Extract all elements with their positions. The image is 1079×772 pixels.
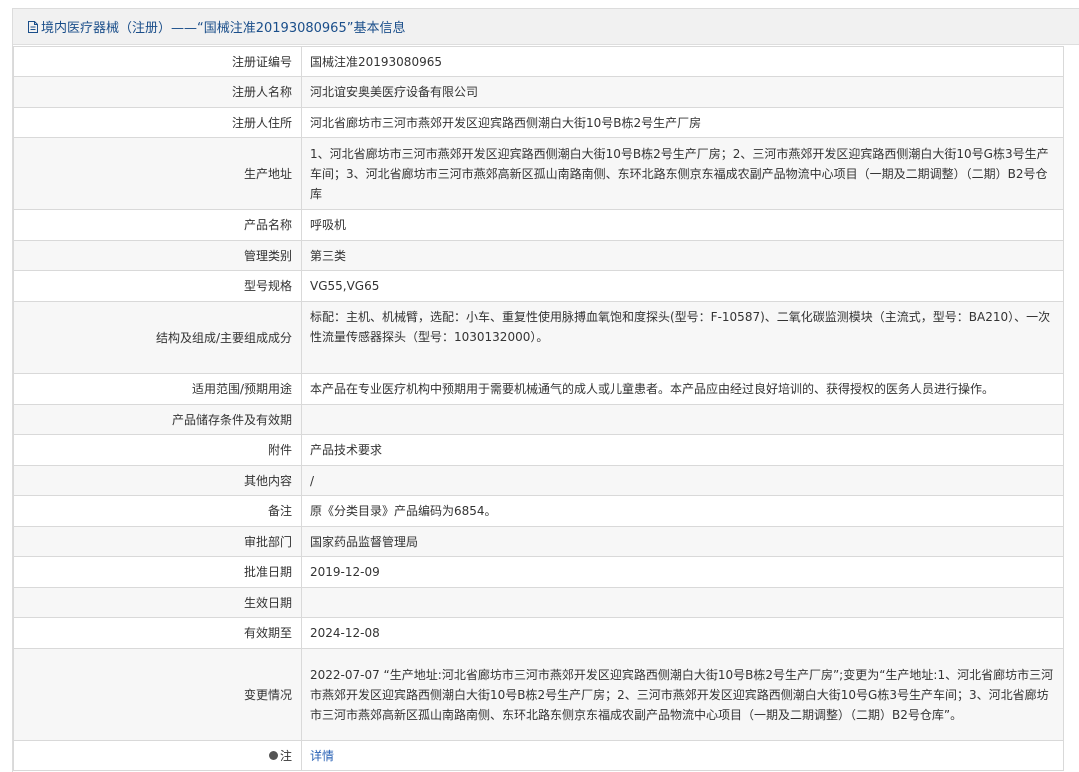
info-table-wrap: 注册证编号 国械注准20193080965 注册人名称 河北谊安奥美医疗设备有限… (13, 46, 1064, 771)
row-label: 注册证编号 (13, 46, 302, 77)
row-label: 批准日期 (13, 556, 302, 588)
row-value: 呼吸机 (301, 209, 1064, 241)
table-row: 附件 产品技术要求 (13, 434, 1064, 466)
table-row: 产品储存条件及有效期 (13, 404, 1064, 435)
row-label: 生效日期 (13, 587, 302, 618)
table-row: 注册人名称 河北谊安奥美医疗设备有限公司 (13, 76, 1064, 108)
table-row: 生产地址 1、河北省廊坊市三河市燕郊开发区迎宾路西侧潮白大街10号B栋2号生产厂… (13, 137, 1064, 210)
page-title: 境内医疗器械（注册）——“国械注准20193080965”基本信息 (41, 21, 406, 36)
row-label: 备注 (13, 495, 302, 527)
row-value: 第三类 (301, 240, 1064, 271)
row-label: 附件 (13, 434, 302, 466)
row-value: 标配：主机、机械臂，选配：小车、重复性使用脉搏血氧饱和度探头(型号：F-1058… (301, 301, 1064, 374)
row-label: 有效期至 (13, 617, 302, 649)
table-row: 有效期至 2024-12-08 (13, 617, 1064, 649)
document-icon (27, 20, 39, 34)
table-row: 变更情况 2022-07-07 “生产地址:河北省廊坊市三河市燕郊开发区迎宾路西… (13, 648, 1064, 741)
table-row: 适用范围/预期用途 本产品在专业医疗机构中预期用于需要机械通气的成人或儿童患者。… (13, 373, 1064, 405)
table-row: 备注 原《分类目录》产品编码为6854。 (13, 495, 1064, 527)
row-label: 注册人名称 (13, 76, 302, 108)
table-row: 注册证编号 国械注准20193080965 (13, 46, 1064, 77)
row-label: 适用范围/预期用途 (13, 373, 302, 405)
row-value (301, 587, 1064, 618)
table-row: 型号规格 VG55,VG65 (13, 270, 1064, 302)
row-value: 产品技术要求 (301, 434, 1064, 466)
row-value: 河北谊安奥美医疗设备有限公司 (301, 76, 1064, 108)
table-row: 管理类别 第三类 (13, 240, 1064, 271)
row-value: VG55,VG65 (301, 270, 1064, 302)
bullet-icon (268, 751, 278, 760)
table-row: 结构及组成/主要组成成分 标配：主机、机械臂，选配：小车、重复性使用脉搏血氧饱和… (13, 301, 1064, 374)
row-label: 注 (279, 749, 292, 763)
row-label: 审批部门 (13, 526, 302, 557)
row-value: / (301, 465, 1064, 496)
row-value: 本产品在专业医疗机构中预期用于需要机械通气的成人或儿童患者。本产品应由经过良好培… (301, 373, 1064, 405)
row-label: 管理类别 (13, 240, 302, 271)
row-label: 产品名称 (13, 209, 302, 241)
row-value: 2019-12-09 (301, 556, 1064, 588)
note-label-cell: 注 (13, 740, 302, 771)
row-value: 国家药品监督管理局 (301, 526, 1064, 557)
row-label: 其他内容 (13, 465, 302, 496)
row-value: 2024-12-08 (301, 617, 1064, 649)
table-row: 生效日期 (13, 587, 1064, 618)
row-label: 型号规格 (13, 270, 302, 302)
info-table: 注册证编号 国械注准20193080965 注册人名称 河北谊安奥美医疗设备有限… (13, 46, 1064, 771)
row-label: 结构及组成/主要组成成分 (13, 301, 302, 374)
details-link[interactable]: 详情 (301, 740, 1064, 771)
table-row: 审批部门 国家药品监督管理局 (13, 526, 1064, 557)
table-row: 注 详情 (13, 740, 1064, 771)
panel-header: 境内医疗器械（注册）——“国械注准20193080965”基本信息 (13, 9, 1079, 45)
table-row: 其他内容 / (13, 465, 1064, 496)
row-label: 变更情况 (13, 648, 302, 741)
row-label: 生产地址 (13, 137, 302, 210)
row-label: 注册人住所 (13, 107, 302, 138)
row-value: 国械注准20193080965 (301, 46, 1064, 77)
table-row: 批准日期 2019-12-09 (13, 556, 1064, 588)
row-label: 产品储存条件及有效期 (13, 404, 302, 435)
row-value (301, 404, 1064, 435)
row-value: 原《分类目录》产品编码为6854。 (301, 495, 1064, 527)
table-row: 产品名称 呼吸机 (13, 209, 1064, 241)
row-value: 河北省廊坊市三河市燕郊开发区迎宾路西侧潮白大街10号B栋2号生产厂房 (301, 107, 1064, 138)
row-value: 1、河北省廊坊市三河市燕郊开发区迎宾路西侧潮白大街10号B栋2号生产厂房；2、三… (301, 137, 1064, 210)
row-value: 2022-07-07 “生产地址:河北省廊坊市三河市燕郊开发区迎宾路西侧潮白大街… (301, 648, 1064, 741)
table-row: 注册人住所 河北省廊坊市三河市燕郊开发区迎宾路西侧潮白大街10号B栋2号生产厂房 (13, 107, 1064, 138)
